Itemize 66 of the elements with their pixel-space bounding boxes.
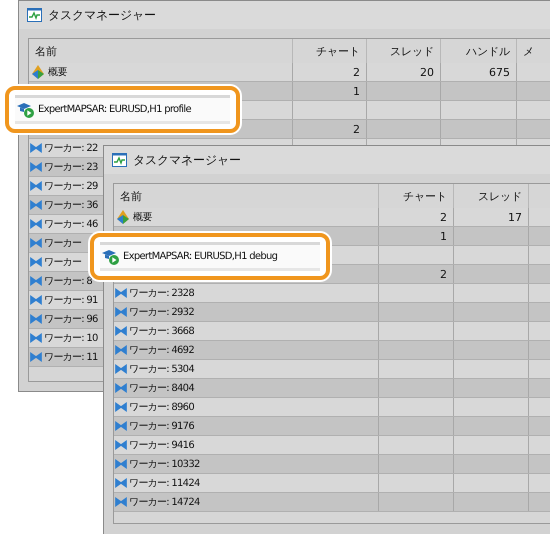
row-name: ExpertMAPSAR: EURUSD,H1 debug xyxy=(123,251,278,262)
row-name: 概要 xyxy=(133,210,152,224)
window-title: タスクマネージャー xyxy=(48,6,156,24)
table-cell: 17 xyxy=(454,208,529,226)
bowtie-icon xyxy=(30,200,42,210)
row-name: ワーカー xyxy=(44,237,82,250)
bowtie-icon xyxy=(115,478,127,488)
row-name: ワーカー: 8 xyxy=(44,275,92,288)
row-name: ワーカー: 2932 xyxy=(129,306,194,319)
bowtie-icon xyxy=(115,326,127,336)
bowtie-icon xyxy=(115,364,127,374)
window-title: タスクマネージャー xyxy=(133,152,241,168)
row-name: ワーカー: 2328 xyxy=(129,287,194,300)
bowtie-icon xyxy=(115,345,127,355)
bowtie-icon xyxy=(115,497,127,507)
table-cell: 2 xyxy=(379,265,454,283)
row-name: ワーカー: 4692 xyxy=(129,344,194,357)
row-name: ワーカー: 22 xyxy=(44,142,98,155)
bowtie-icon xyxy=(115,307,127,317)
row-name: ワーカー: 36 xyxy=(44,199,98,212)
row-name: ワーカー: 96 xyxy=(44,313,98,326)
row-name: ワーカー: 5304 xyxy=(129,363,194,376)
bowtie-icon xyxy=(30,333,42,343)
bowtie-icon xyxy=(30,143,42,153)
table-cell: 2 xyxy=(293,63,367,81)
bowtie-icon xyxy=(115,459,127,469)
row-name: ワーカー: 11424 xyxy=(129,477,200,490)
table-cell: 1 xyxy=(293,82,367,100)
bowtie-icon xyxy=(30,295,42,305)
row-name: ワーカー: 91 xyxy=(44,294,98,307)
chart-icon xyxy=(112,153,127,167)
row-name: ワーカー: 3668 xyxy=(129,325,194,338)
table-cell: 1 xyxy=(379,227,454,245)
bowtie-icon xyxy=(30,314,42,324)
bowtie-icon xyxy=(115,440,127,450)
row-name: ワーカー: 14724 xyxy=(129,496,200,509)
row-name: ワーカー: 11 xyxy=(44,351,98,364)
bowtie-icon xyxy=(115,402,127,412)
row-name: ワーカー: 10 xyxy=(44,332,98,345)
shapes-icon xyxy=(115,209,131,225)
row-name: ワーカー: 46 xyxy=(44,218,98,231)
row-name: ワーカー: 8404 xyxy=(129,382,194,395)
bowtie-icon xyxy=(30,276,42,286)
bowtie-icon xyxy=(30,181,42,191)
chart-icon xyxy=(27,8,42,22)
bowtie-icon xyxy=(30,238,42,248)
row-name: ワーカー xyxy=(44,256,82,269)
table-cell: 2 xyxy=(379,208,454,226)
row-name: ワーカー: 9416 xyxy=(129,439,194,452)
bowtie-icon xyxy=(30,219,42,229)
row-name: ワーカー: 23 xyxy=(44,161,98,174)
table-cell: 2 xyxy=(293,120,367,138)
row-name: ExpertMAPSAR: EURUSD,H1 profile xyxy=(38,104,191,115)
table-cell: 675 xyxy=(441,63,517,81)
shapes-icon xyxy=(30,64,46,80)
row-name: ワーカー: 29 xyxy=(44,180,98,193)
bowtie-icon xyxy=(30,257,42,267)
bowtie-icon xyxy=(30,352,42,362)
row-name: ワーカー: 9176 xyxy=(129,420,194,433)
bowtie-icon xyxy=(115,288,127,298)
row-name: ワーカー: 10332 xyxy=(129,458,200,471)
bowtie-icon xyxy=(30,162,42,172)
table-cell: 20 xyxy=(367,63,441,81)
row-name: ワーカー: 8960 xyxy=(129,401,194,414)
bowtie-icon xyxy=(115,421,127,431)
row-name: 概要 xyxy=(48,66,67,79)
